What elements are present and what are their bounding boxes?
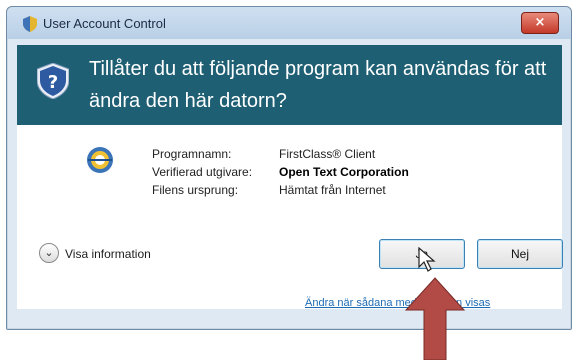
chevron-down-icon[interactable]: ⌄	[39, 243, 59, 263]
no-button[interactable]: Nej	[477, 239, 563, 269]
close-button[interactable]: ×	[521, 12, 559, 34]
uac-question: Tillåter du att följande program kan anv…	[89, 58, 547, 112]
program-name-label: Programnamn:	[152, 147, 232, 161]
publisher-label: Verifierad utgivare:	[152, 165, 253, 179]
origin-label: Filens ursprung:	[152, 183, 239, 197]
uac-dialog: User Account Control × ? Tillåter du att…	[6, 6, 572, 330]
publisher-value: Open Text Corporation	[279, 165, 409, 179]
info-values: FirstClass® Client Open Text Corporation…	[279, 145, 409, 199]
uac-shield-icon	[23, 16, 37, 32]
uac-banner: ? Tillåter du att följande program kan a…	[17, 45, 562, 125]
annotation-up-arrow	[404, 277, 466, 360]
program-icon	[87, 147, 113, 173]
dialog-content: Programnamn: Verifierad utgivare: Filens…	[17, 125, 563, 309]
info-labels: Programnamn: Verifierad utgivare: Filens…	[152, 145, 252, 199]
title-bar: User Account Control ×	[7, 7, 571, 39]
svg-text:?: ?	[48, 72, 58, 93]
origin-value: Hämtat från Internet	[279, 183, 386, 197]
show-details-label[interactable]: Visa information	[65, 247, 151, 261]
program-name-value: FirstClass® Client	[279, 147, 376, 161]
mouse-pointer-icon	[418, 247, 436, 272]
window-title: User Account Control	[43, 16, 166, 31]
question-shield-icon: ?	[37, 63, 69, 99]
